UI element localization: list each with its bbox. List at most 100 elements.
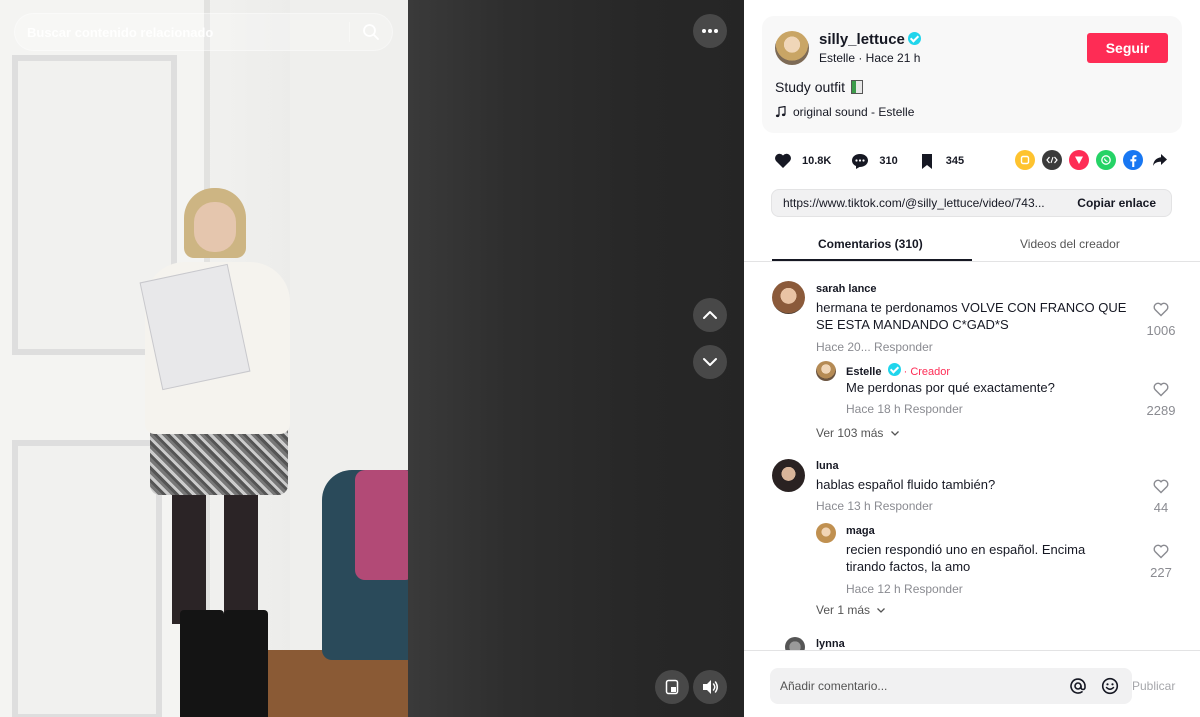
reply-button[interactable]: Responder — [874, 499, 933, 513]
picture-in-picture-button[interactable] — [655, 670, 689, 704]
tab-creator-videos[interactable]: Videos del creador — [1020, 237, 1120, 251]
tab-comments[interactable]: Comentarios (310) — [818, 237, 923, 251]
author-avatar[interactable] — [775, 31, 809, 65]
panel-tabs: Comentarios (310) Videos del creador — [744, 228, 1200, 262]
commenter-avatar[interactable] — [772, 281, 805, 314]
author-username[interactable]: silly_lettuce — [819, 31, 905, 48]
reply-button[interactable]: Responder — [904, 402, 963, 416]
video-link-box: https://www.tiktok.com/@silly_lettuce/vi… — [771, 189, 1172, 217]
comment-time: Hace 20... — [816, 340, 871, 354]
reply-button[interactable]: Responder — [874, 340, 933, 354]
reply-avatar[interactable] — [816, 361, 836, 381]
comment-composer: Publicar — [744, 650, 1200, 717]
video-info-card: silly_lettuce Estelle · Hace 21 h Seguir… — [762, 16, 1182, 133]
comment-input[interactable] — [770, 679, 1068, 693]
comment-time: Hace 13 h — [816, 499, 871, 513]
search-icon — [363, 24, 379, 40]
commenter-avatar[interactable] — [772, 459, 805, 492]
video-link-text[interactable]: https://www.tiktok.com/@silly_lettuce/vi… — [772, 196, 1062, 210]
video-caption: Study outfit — [775, 79, 863, 95]
like-count: 10.8K — [802, 155, 832, 167]
volume-icon — [703, 680, 718, 694]
comment-meta: Hace 20... Responder — [816, 340, 933, 354]
chevron-down-icon — [703, 358, 717, 366]
active-tab-indicator — [772, 259, 972, 261]
next-video-button[interactable] — [693, 345, 727, 379]
whatsapp-icon[interactable] — [1096, 150, 1116, 170]
author-username-row[interactable]: silly_lettuce — [819, 31, 921, 48]
book-emoji-icon — [850, 80, 863, 94]
comment-like-count: 44 — [1153, 500, 1169, 515]
comment-like-button[interactable]: 44 — [1141, 479, 1181, 515]
verified-badge-icon — [887, 363, 901, 376]
view-more-replies-button[interactable]: Ver 1 más — [816, 603, 886, 617]
reply-meta: Hace 12 h Responder — [846, 582, 963, 596]
sound-name[interactable]: original sound - Estelle — [793, 105, 914, 119]
save-button[interactable]: 345 — [916, 150, 964, 172]
like-button[interactable]: 10.8K — [772, 150, 831, 172]
emoji-button[interactable] — [1100, 676, 1120, 696]
details-panel: silly_lettuce Estelle · Hace 21 h Seguir… — [744, 0, 1200, 717]
verified-badge-icon — [907, 32, 921, 45]
comment-icon — [852, 153, 869, 169]
pip-icon — [665, 679, 679, 695]
heart-outline-icon — [1153, 302, 1169, 317]
related-search-bar[interactable] — [14, 13, 393, 51]
author-subtitle: Estelle · Hace 21 h — [819, 51, 921, 65]
comment-like-count: 1006 — [1146, 323, 1176, 338]
video-frame[interactable] — [0, 0, 408, 717]
video-player[interactable] — [0, 0, 744, 717]
comment-text: hablas español fluido también? — [816, 477, 996, 492]
reply-username[interactable]: Estelle — [846, 366, 881, 378]
reply-time: Hace 18 h — [846, 402, 901, 416]
chevron-up-icon — [703, 311, 717, 319]
facebook-icon[interactable] — [1123, 150, 1143, 170]
at-icon — [1070, 678, 1086, 694]
reply-avatar[interactable] — [816, 523, 836, 543]
volume-button[interactable] — [693, 670, 727, 704]
commenter-username[interactable]: luna — [816, 460, 839, 472]
copy-link-button[interactable]: Copiar enlace — [1062, 196, 1171, 210]
pillow — [355, 470, 408, 580]
previous-video-button[interactable] — [693, 298, 727, 332]
heart-outline-icon — [1153, 544, 1169, 559]
music-note-icon — [775, 106, 786, 118]
heart-outline-icon — [1153, 479, 1169, 494]
view-more-replies-button[interactable]: Ver 103 más — [816, 426, 900, 440]
sound-link[interactable]: original sound - Estelle — [775, 105, 914, 119]
engagement-actions: 10.8K 310 345 — [772, 148, 982, 174]
more-icon — [702, 29, 718, 33]
reply-text: recien respondió uno en español. Encima … — [846, 542, 1086, 574]
comment-count: 310 — [879, 155, 898, 167]
more-options-button[interactable] — [693, 14, 727, 48]
follow-button[interactable]: Seguir — [1087, 33, 1168, 63]
chevron-down-icon — [890, 431, 899, 436]
comment-meta: Hace 13 h Responder — [816, 499, 933, 513]
reply-like-count: 227 — [1150, 565, 1172, 580]
publish-button[interactable]: Publicar — [1132, 679, 1175, 693]
repost-icon[interactable] — [1015, 150, 1035, 170]
reply-meta: Hace 18 h Responder — [846, 402, 963, 416]
mention-button[interactable] — [1068, 676, 1088, 696]
share-arrow-icon[interactable] — [1150, 150, 1170, 170]
bookmark-icon — [921, 153, 932, 169]
reply-username[interactable]: maga — [846, 525, 875, 537]
comments-button[interactable]: 310 — [849, 150, 898, 172]
emoji-icon — [1101, 677, 1119, 695]
comment-text: hermana te perdonamos VOLVE CON FRANCO Q… — [816, 300, 1127, 332]
send-icon[interactable] — [1069, 150, 1089, 170]
commenter-username[interactable]: lynna — [816, 638, 845, 650]
heart-outline-icon — [1153, 382, 1169, 397]
commenter-username[interactable]: sarah lance — [816, 283, 877, 295]
related-search-input[interactable] — [15, 24, 349, 40]
reply-like-button[interactable]: 2289 — [1141, 382, 1181, 418]
reply-text: Me perdonas por qué exactamente? — [846, 380, 1055, 395]
search-button[interactable] — [350, 13, 392, 51]
comment-like-button[interactable]: 1006 — [1141, 302, 1181, 338]
reply-like-count: 2289 — [1146, 403, 1176, 418]
reply-like-button[interactable]: 227 — [1141, 544, 1181, 580]
comment-input-box[interactable] — [770, 668, 1132, 704]
embed-icon[interactable] — [1042, 150, 1062, 170]
reply-button[interactable]: Responder — [904, 582, 963, 596]
creator-tag: · Creador — [903, 366, 951, 378]
